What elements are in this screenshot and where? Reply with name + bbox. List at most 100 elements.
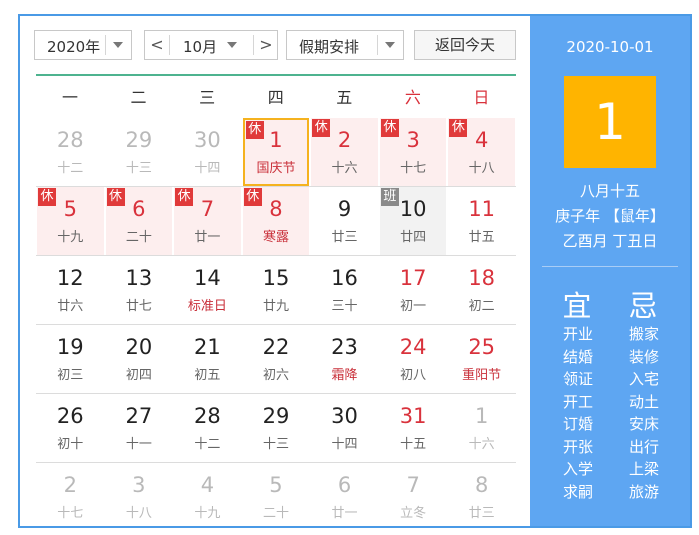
- ji-item: 动土: [628, 392, 659, 411]
- day-number: 5: [269, 473, 283, 497]
- calendar-day[interactable]: 2 十七: [37, 463, 104, 531]
- calendar-day[interactable]: 20 初四: [106, 325, 173, 393]
- calendar-day[interactable]: 休 4 十八: [448, 118, 515, 186]
- calendar-day-selected[interactable]: 休 1 国庆节: [242, 118, 310, 186]
- calendar-day[interactable]: 15 廿九: [243, 256, 310, 324]
- calendar-day[interactable]: 3 十八: [106, 463, 173, 531]
- calendar-main: 2020年 < 10月 > 假期安排 返回今天 一 二 三 四 五 六 日 28…: [20, 16, 530, 526]
- back-to-today-button[interactable]: 返回今天: [414, 30, 516, 60]
- calendar-day[interactable]: 8 廿三: [448, 463, 515, 531]
- calendar-day[interactable]: 14 标准日: [174, 256, 241, 324]
- calendar-day[interactable]: 6 廿一: [311, 463, 378, 531]
- lunar-day: 国庆节: [256, 161, 296, 176]
- selected-day-number: 1: [564, 76, 656, 168]
- lunar-day: 十一: [125, 437, 152, 452]
- weekday-header: 一二三四五六日: [36, 78, 516, 118]
- ji-item: 上梁: [628, 460, 659, 478]
- calendar-day[interactable]: 7 立冬: [380, 463, 447, 531]
- day-number: 18: [468, 266, 496, 290]
- year-dropdown[interactable]: [105, 31, 131, 59]
- calendar-day[interactable]: 22 初六: [243, 325, 310, 393]
- weekday-label: 四: [267, 88, 284, 107]
- calendar-day[interactable]: 27 十一: [106, 394, 173, 462]
- calendar-day[interactable]: 30 十四: [311, 394, 378, 462]
- calendar-day[interactable]: 休 6 二十: [105, 187, 173, 255]
- calendar-day[interactable]: 5 二十: [243, 463, 310, 531]
- day-number: 26: [56, 404, 84, 428]
- lunar-day: 廿六: [57, 299, 84, 314]
- calendar-day[interactable]: 28 十二: [37, 118, 104, 186]
- calendar-day[interactable]: 29 十三: [106, 118, 173, 186]
- calendar-day[interactable]: 19 初三: [37, 325, 104, 393]
- next-month-button[interactable]: >: [254, 31, 278, 59]
- day-number: 9: [337, 197, 352, 221]
- calendar-day[interactable]: 休 5 十九: [37, 187, 104, 255]
- yi-item: 结婚: [562, 347, 593, 366]
- calendar-day[interactable]: 班 10 廿四: [379, 187, 447, 255]
- calendar-day[interactable]: 31 十五: [380, 394, 447, 462]
- calendar-day[interactable]: 24 初八: [380, 325, 447, 393]
- day-number: 7: [200, 197, 215, 221]
- yi-item: 开工: [562, 392, 593, 411]
- holiday-select[interactable]: 假期安排: [286, 30, 404, 60]
- day-number: 4: [475, 128, 489, 152]
- lunar-day: 寒露: [262, 230, 289, 245]
- calendar-day[interactable]: 28 十二: [174, 394, 241, 462]
- lunar-day: 十四: [331, 437, 358, 452]
- year-select[interactable]: 2020年: [34, 30, 132, 60]
- weekday-label: 五: [336, 88, 353, 107]
- day-number: 28: [194, 404, 221, 428]
- weekday-label: 一: [61, 88, 78, 107]
- lunar-day: 初十: [57, 437, 84, 452]
- calendar-day[interactable]: 12 廿六: [37, 256, 104, 324]
- lunar-day: 立冬: [400, 506, 427, 521]
- calendar-day[interactable]: 16 三十: [311, 256, 378, 324]
- lunar-day: 廿一: [331, 506, 358, 521]
- calendar-grid: 28 十二 29 十三 30 十四休 1 国庆节休 2 十六休 3 十七休 4 十八休 5 十九休 6 二十休 7 廿…: [36, 118, 516, 528]
- calendar-day[interactable]: 休 2 十六: [311, 118, 378, 186]
- day-number: 25: [468, 335, 496, 359]
- day-number: 15: [262, 266, 290, 290]
- calendar-day[interactable]: 休 7 廿一: [174, 187, 241, 255]
- yi-heading: 宜: [562, 289, 592, 323]
- month-select[interactable]: < 10月 >: [144, 30, 278, 60]
- lunar-day: 二十: [125, 230, 152, 245]
- lunar-day: 廿九: [262, 299, 289, 314]
- panel-divider: [542, 266, 678, 267]
- calendar-day[interactable]: 13 廿七: [106, 256, 173, 324]
- calendar-day[interactable]: 1 十六: [448, 394, 515, 462]
- lunar-day: 廿一: [194, 230, 221, 245]
- ji-item: 搬家: [628, 325, 659, 343]
- lunar-day: 初六: [262, 368, 289, 383]
- day-number: 29: [125, 128, 153, 152]
- day-number: 3: [132, 473, 146, 497]
- calendar-day[interactable]: 17 初一: [380, 256, 447, 324]
- calendar-day[interactable]: 30 十四: [174, 118, 241, 186]
- calendar-day[interactable]: 25 重阳节: [448, 325, 515, 393]
- day-number: 22: [262, 335, 290, 359]
- month-dropdown[interactable]: [219, 31, 245, 59]
- calendar-day[interactable]: 休 8 寒露: [242, 187, 310, 255]
- calendar-day[interactable]: 11 廿五: [448, 187, 515, 255]
- calendar-day[interactable]: 26 初十: [37, 394, 104, 462]
- calendar-day[interactable]: 18 初二: [448, 256, 515, 324]
- lunar-day: 十八: [125, 506, 152, 521]
- prev-month-button[interactable]: <: [145, 31, 169, 59]
- calendar-day[interactable]: 9 廿三: [311, 187, 378, 255]
- lunar-day: 霜降: [331, 368, 358, 383]
- lunar-day: 十六: [331, 161, 358, 176]
- day-number: 24: [399, 335, 427, 359]
- month-value: 10月: [183, 38, 218, 56]
- calendar-day[interactable]: 4 十九: [174, 463, 241, 531]
- day-number: 12: [56, 266, 84, 290]
- calendar-day[interactable]: 21 初五: [174, 325, 241, 393]
- day-number: 14: [194, 266, 221, 290]
- day-number: 29: [262, 404, 290, 428]
- holiday-dropdown[interactable]: [377, 31, 403, 59]
- day-number: 6: [132, 197, 146, 221]
- calendar-day[interactable]: 29 十三: [243, 394, 310, 462]
- yi-item: 订婚: [562, 415, 593, 433]
- lunar-day: 初三: [57, 368, 84, 383]
- calendar-day[interactable]: 23 霜降: [311, 325, 378, 393]
- calendar-day[interactable]: 休 3 十七: [379, 118, 447, 186]
